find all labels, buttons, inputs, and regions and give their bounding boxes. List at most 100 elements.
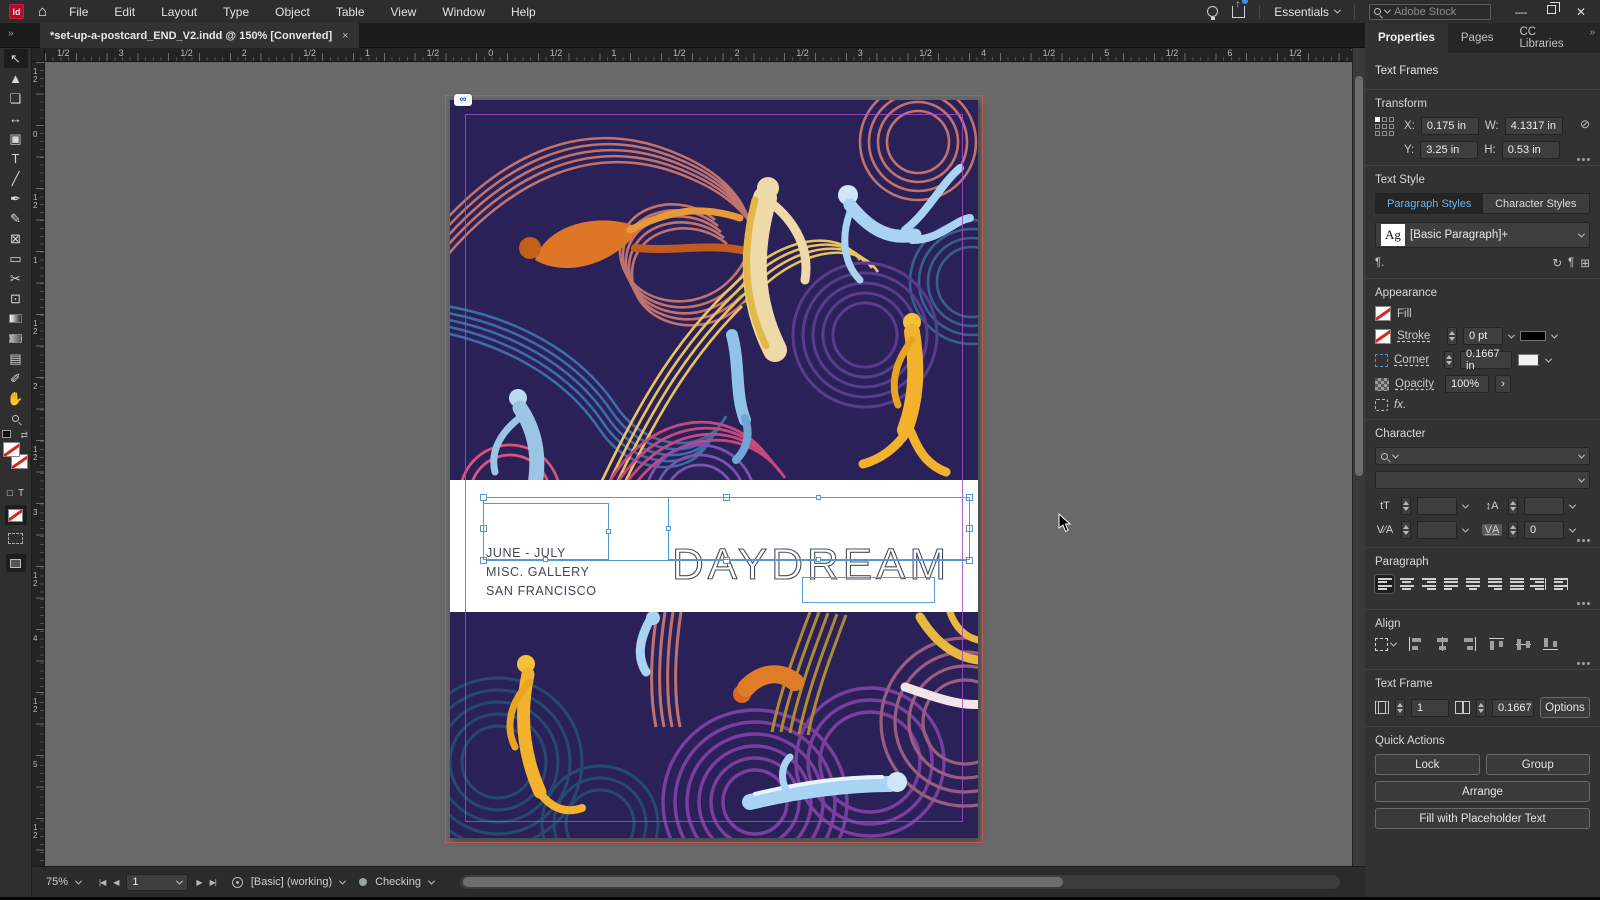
- tracking-stepper[interactable]: [1508, 521, 1518, 539]
- new-style-icon[interactable]: ⊞: [1580, 256, 1590, 270]
- columns-field[interactable]: 1: [1411, 698, 1449, 717]
- horizontal-scrollbar[interactable]: [460, 875, 1392, 890]
- vertical-ruler[interactable]: 1 201 211 221 231 241 251 26: [32, 62, 45, 866]
- kerning-field[interactable]: [1417, 521, 1457, 539]
- justify-all-button[interactable]: [1507, 575, 1526, 593]
- type-tool[interactable]: T: [4, 149, 28, 168]
- restore-button[interactable]: [1546, 1, 1560, 14]
- page-number-field[interactable]: 1: [126, 873, 189, 891]
- preflight-dropdown-icon[interactable]: [339, 877, 347, 885]
- justify-left-button[interactable]: [1441, 575, 1460, 593]
- tracking-field[interactable]: 0: [1524, 521, 1564, 539]
- home-icon[interactable]: ⌂: [38, 4, 47, 19]
- pencil-tool[interactable]: ✎: [4, 209, 28, 228]
- leading-stepper[interactable]: [1508, 497, 1518, 515]
- align-right-button[interactable]: [1462, 637, 1477, 651]
- free-transform-tool[interactable]: ⊡: [4, 289, 28, 308]
- justify-right-button[interactable]: [1485, 575, 1504, 593]
- pen-tool[interactable]: ✒: [4, 189, 28, 208]
- adobe-stock-search-input[interactable]: Adobe Stock: [1368, 3, 1491, 20]
- opacity-link[interactable]: Opacity: [1395, 378, 1439, 390]
- default-fill-stroke-icon[interactable]: [2, 430, 11, 438]
- preflight-icon[interactable]: [231, 876, 243, 888]
- swap-fill-stroke-icon[interactable]: ⇄: [20, 430, 28, 441]
- chevron-down-icon[interactable]: [1568, 501, 1577, 509]
- ruler-origin-box[interactable]: [32, 48, 45, 62]
- opacity-field[interactable]: 100%: [1445, 375, 1489, 393]
- horizontal-ruler[interactable]: 1/2 3 1/2 2 1/2 1 1/2 0 1/2 1 1/2 2 1/2 3 1/2 4 1/2 5 1/2 6…: [45, 48, 1352, 62]
- reference-point-proxy[interactable]: [1375, 117, 1394, 159]
- daydream-text-frame[interactable]: [666, 495, 970, 562]
- content-collector-tool[interactable]: ▣: [4, 129, 28, 148]
- redefine-style-icon[interactable]: ↻: [1553, 256, 1563, 270]
- menu-file[interactable]: File: [69, 5, 88, 19]
- zoom-level-dropdown-icon[interactable]: [74, 877, 83, 885]
- leading-field[interactable]: [1524, 497, 1564, 515]
- horizontal-scrollbar-thumb[interactable]: [463, 877, 1063, 887]
- menu-object[interactable]: Object: [275, 5, 310, 19]
- chevron-down-icon[interactable]: [1507, 331, 1516, 339]
- selection-tool[interactable]: ↖: [3, 49, 28, 68]
- paragraph-styles-tab[interactable]: Paragraph Styles: [1376, 194, 1483, 213]
- text-frame-options-button[interactable]: Options: [1540, 697, 1590, 718]
- opacity-expand-button[interactable]: ›: [1495, 375, 1511, 393]
- preflight-profile[interactable]: [Basic] (working): [251, 876, 332, 888]
- learn-lightbulb-icon[interactable]: [1207, 6, 1219, 20]
- fill-color-swatch[interactable]: [1375, 306, 1391, 321]
- paragraph-mark-icon[interactable]: ¶.: [1375, 257, 1384, 269]
- formatting-affects-text-icon[interactable]: T: [18, 488, 24, 499]
- close-button[interactable]: ✕: [1576, 5, 1586, 19]
- vertical-scrollbar-thumb[interactable]: [1355, 76, 1363, 476]
- align-toward-spine-button[interactable]: [1529, 575, 1548, 593]
- first-page-button[interactable]: |◀: [99, 878, 106, 887]
- object-effects-icon[interactable]: [1375, 399, 1388, 411]
- gutter-stepper[interactable]: [1476, 698, 1486, 717]
- width-field[interactable]: 4.1317 in: [1504, 117, 1563, 135]
- summer-art-show-text-frame[interactable]: [802, 577, 935, 603]
- direct-selection-tool[interactable]: ▲: [4, 69, 28, 88]
- corner-style-swatch[interactable]: [1518, 354, 1540, 366]
- align-top-button[interactable]: [1489, 637, 1504, 651]
- page-tool[interactable]: ❏: [4, 89, 28, 108]
- details-text-frame[interactable]: [483, 503, 611, 562]
- zoom-tool[interactable]: [4, 409, 28, 428]
- align-center-button[interactable]: [1397, 575, 1416, 593]
- height-field[interactable]: 0.53 in: [1501, 141, 1560, 159]
- align-to-dropdown[interactable]: [1375, 637, 1398, 651]
- rectangle-frame-tool[interactable]: ⊠: [4, 229, 28, 248]
- scissors-tool[interactable]: ✂: [4, 269, 28, 288]
- style-override-icon[interactable]: ¶: [1568, 257, 1574, 269]
- status-dropdown-icon[interactable]: [427, 877, 436, 885]
- paragraph-more-options-icon[interactable]: [1577, 602, 1590, 605]
- fx-label[interactable]: fx.: [1394, 399, 1406, 411]
- align-left-button[interactable]: [1374, 574, 1395, 594]
- align-right-button[interactable]: [1419, 575, 1438, 593]
- formatting-affects-container-icon[interactable]: □: [7, 488, 13, 499]
- align-more-options-icon[interactable]: [1577, 662, 1590, 665]
- corner-link[interactable]: Corner: [1394, 354, 1438, 366]
- chevron-down-icon[interactable]: [1461, 501, 1470, 509]
- chevron-down-icon[interactable]: [1544, 355, 1553, 363]
- next-page-button[interactable]: ▶: [196, 878, 202, 887]
- chevron-down-icon[interactable]: [1568, 525, 1577, 533]
- font-style-dropdown[interactable]: [1375, 471, 1590, 489]
- page-dropdown-icon[interactable]: [176, 877, 184, 885]
- chevron-down-icon[interactable]: [1550, 331, 1559, 339]
- constrain-proportions-icon[interactable]: ⊘: [1580, 117, 1590, 159]
- group-button[interactable]: Group: [1485, 754, 1590, 775]
- menu-edit[interactable]: Edit: [114, 5, 135, 19]
- vertical-scrollbar[interactable]: [1352, 48, 1365, 897]
- gutter-field[interactable]: 0.1667: [1492, 698, 1534, 717]
- apply-none-button[interactable]: [4, 505, 27, 525]
- preflight-status[interactable]: Checking: [375, 876, 421, 888]
- fill-swatch[interactable]: [3, 442, 20, 457]
- screen-mode-button[interactable]: [5, 554, 26, 572]
- previous-page-button[interactable]: ◀: [113, 878, 119, 887]
- stroke-link[interactable]: Stroke: [1397, 330, 1441, 342]
- last-page-button[interactable]: ▶|: [210, 878, 217, 887]
- align-left-button[interactable]: [1408, 637, 1423, 651]
- panel-collapse-icon[interactable]: »: [1589, 23, 1600, 53]
- transform-more-options-icon[interactable]: [1577, 158, 1590, 161]
- stroke-weight-stepper[interactable]: [1447, 327, 1457, 345]
- justify-center-button[interactable]: [1463, 575, 1482, 593]
